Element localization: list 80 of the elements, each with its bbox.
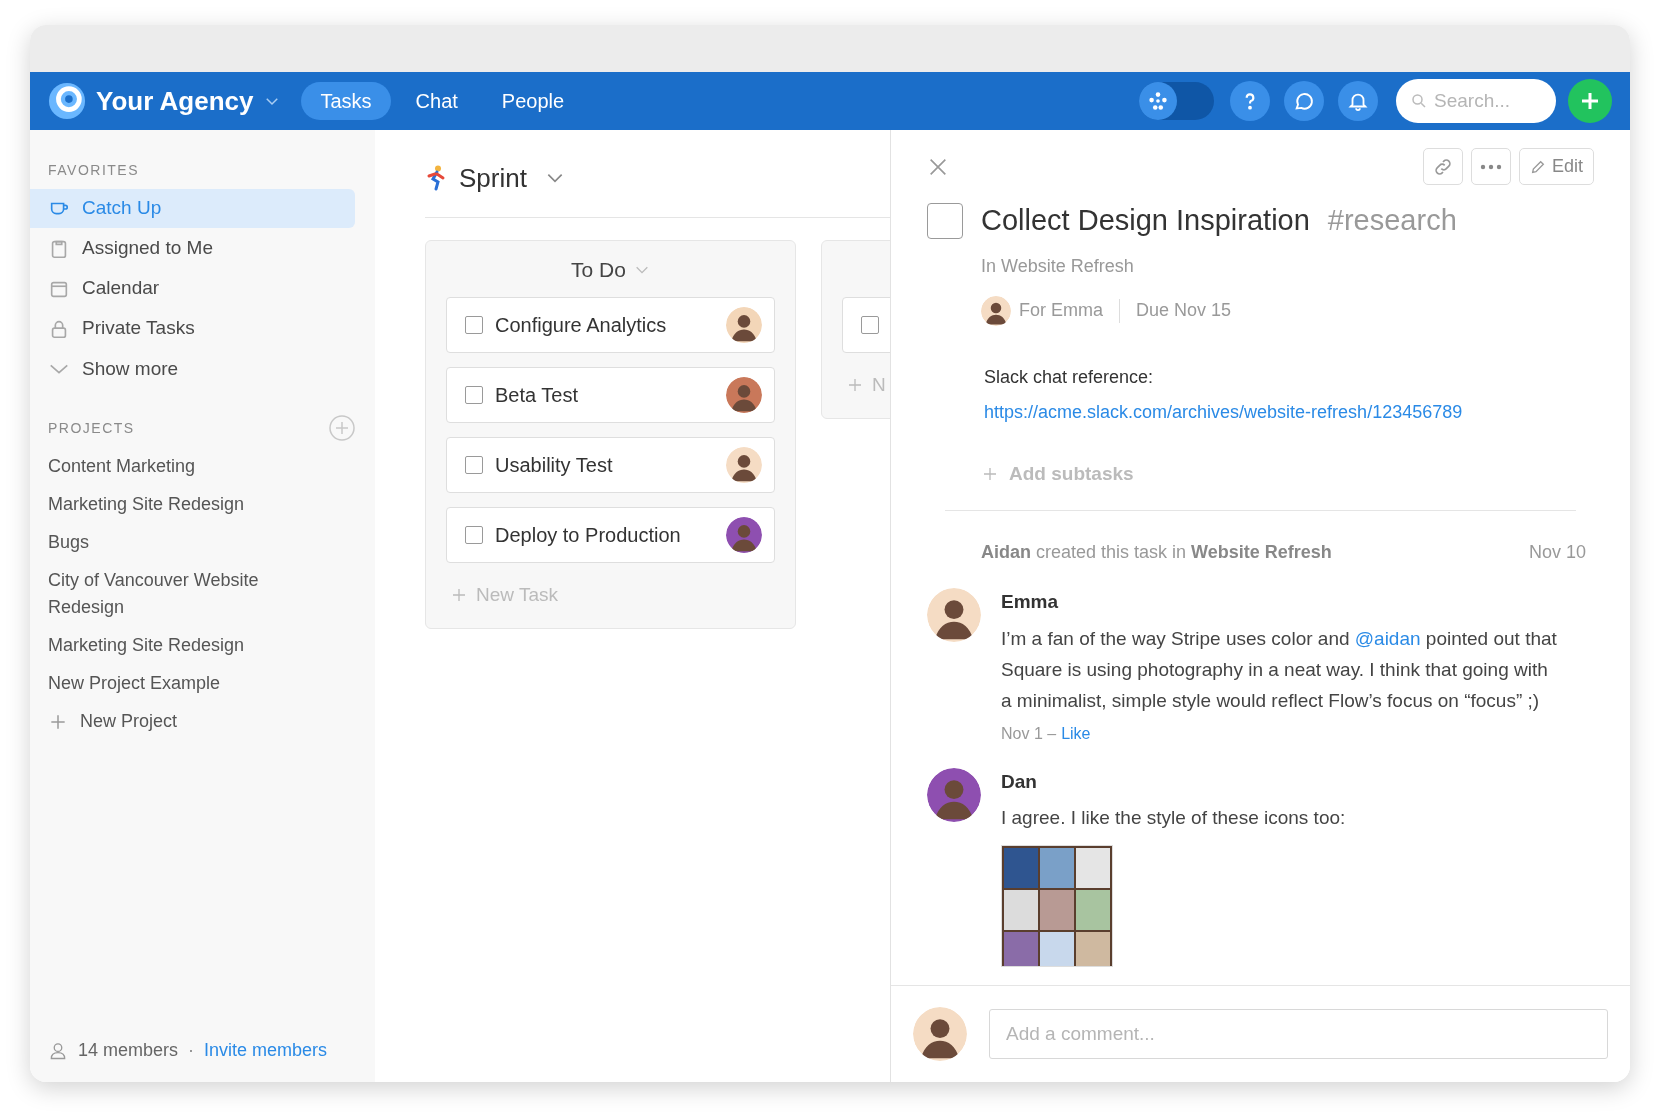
new-project-item[interactable]: New Project [48, 708, 355, 735]
invite-members-link[interactable]: Invite members [204, 1037, 328, 1064]
avatar-icon [726, 307, 762, 343]
members-count: 14 members [78, 1039, 179, 1062]
separator-dot: · [188, 1039, 195, 1062]
slack-link[interactable]: https://acme.slack.com/archives/website-refresh/123456789 [981, 398, 1594, 426]
checkbox[interactable] [465, 456, 483, 474]
nav-tab[interactable]: People [482, 82, 584, 120]
add-button[interactable] [1568, 79, 1612, 123]
chat-bubble-icon [1293, 90, 1315, 112]
activity-text: Aidan created this task in Website Refresh [981, 541, 1332, 564]
sidebar-item[interactable]: Assigned to Me [30, 229, 355, 268]
task-title: Collect Design Inspiration [981, 203, 1310, 238]
column-title: To Do [571, 257, 626, 284]
search-field[interactable]: Search... [1396, 79, 1556, 123]
avatar-icon [927, 588, 981, 642]
project-item[interactable]: New Project Example [48, 670, 308, 697]
nav-tab[interactable]: Tasks [301, 82, 391, 120]
more-icon [1479, 163, 1502, 170]
avatar-icon [927, 767, 981, 822]
task-card[interactable]: Deploy to Production [446, 507, 775, 563]
avatar-icon [726, 377, 762, 413]
dots-icon [1147, 90, 1169, 112]
copy-link-button[interactable] [1422, 148, 1463, 185]
board-title: Sprint [459, 161, 527, 195]
activity-date: Nov 10 [1528, 541, 1587, 564]
avatar-icon [981, 295, 1011, 326]
person-icon [48, 1040, 68, 1061]
sidebar-item[interactable]: Catch Up [30, 189, 355, 228]
project-item[interactable]: Bugs [48, 529, 308, 556]
checkbox[interactable] [465, 526, 483, 544]
show-more-item[interactable]: Show more [30, 349, 355, 389]
comment-field[interactable]: Add a comment... [989, 1009, 1608, 1059]
avatar-icon [726, 517, 762, 553]
checkbox[interactable] [465, 316, 483, 334]
task-title: Beta Test [495, 383, 580, 408]
section-heading: PROJECTS [48, 418, 135, 438]
task-card[interactable]: Configure Analytics [446, 297, 775, 353]
comment-author: Dan [1001, 769, 1038, 794]
checkbox[interactable] [861, 316, 879, 334]
search-icon [1410, 92, 1428, 110]
help-button[interactable] [1230, 81, 1270, 121]
mention-link[interactable]: @aidan [1354, 627, 1421, 649]
notifications-button[interactable] [1338, 81, 1378, 121]
task-title: Usability Test [495, 453, 614, 478]
pencil-icon [1529, 158, 1546, 175]
assignee-label[interactable]: For Emma [1019, 297, 1103, 324]
project-label[interactable]: In Website Refresh [981, 252, 1594, 280]
task-card[interactable]: Beta Test [446, 367, 775, 423]
comment-text: I agree. I like the style of these icons too: [1001, 806, 1346, 830]
link-icon [1432, 156, 1453, 177]
avatar-icon [913, 1007, 967, 1061]
comment-text: I’m a fan of the way Stripe uses color and @aidan pointed out that Square is using photography in a neat way. I think that going with a minimalist, simple style would reflect Flow’s focus on “focus” ;) [1001, 626, 1558, 713]
comment-date: Nov 1 – [1001, 723, 1057, 744]
nav-tab[interactable]: Chat [396, 82, 477, 120]
project-item[interactable]: Content Marketing [48, 453, 308, 480]
task-card[interactable]: Usability Test [446, 437, 775, 493]
more-button[interactable] [1470, 148, 1511, 185]
project-item[interactable]: City of Vancouver Website Redesign [48, 567, 308, 621]
toggle-switch[interactable] [1139, 82, 1214, 120]
project-item[interactable]: Marketing Site Redesign [48, 491, 308, 518]
sidebar-item[interactable]: Calendar [30, 269, 355, 308]
checkbox[interactable] [927, 202, 963, 239]
chat-button[interactable] [1284, 81, 1324, 121]
task-tag[interactable]: #research [1327, 199, 1457, 243]
workspace-name[interactable]: Your Agency [96, 81, 254, 121]
task-title: Deploy to Production [495, 523, 682, 548]
edit-button[interactable]: Edit [1518, 148, 1594, 185]
task-title: Configure Analytics [495, 313, 668, 338]
project-item[interactable]: Marketing Site Redesign [48, 632, 308, 659]
due-date[interactable]: Due Nov 15 [1136, 297, 1232, 324]
description-label: Slack chat reference: [983, 365, 1155, 389]
avatar-icon [726, 447, 762, 483]
sidebar-item[interactable]: Private Tasks [30, 309, 355, 348]
like-link[interactable]: Like [1061, 721, 1091, 746]
add-project-icon[interactable] [329, 415, 355, 441]
logo-icon [48, 82, 86, 120]
section-heading: FAVORITES [47, 161, 141, 180]
checkbox[interactable] [465, 386, 483, 404]
comment-author: Emma [1001, 590, 1060, 614]
